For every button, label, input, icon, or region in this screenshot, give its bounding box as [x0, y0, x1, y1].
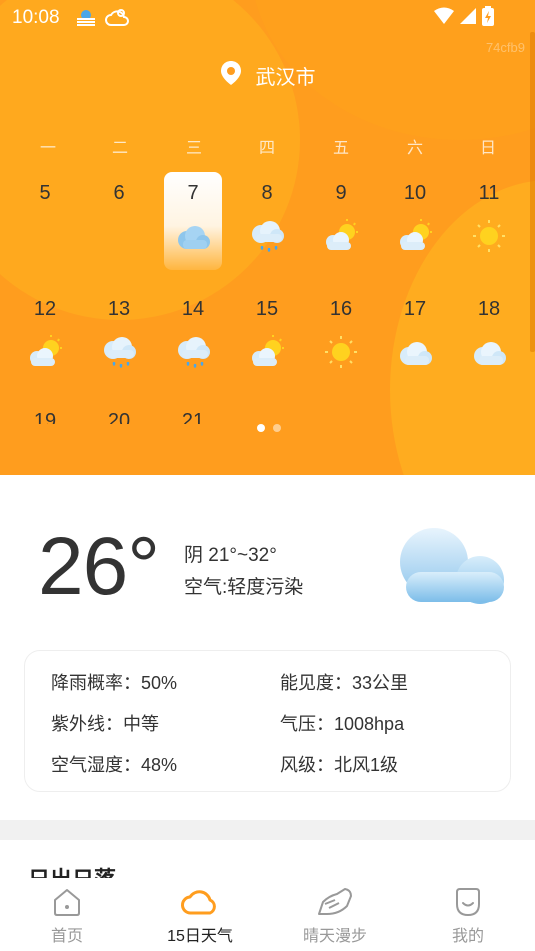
- page-indicator: [257, 424, 281, 432]
- home-icon: [54, 889, 80, 916]
- shoe-icon: [318, 888, 352, 915]
- weather-notification-icon: [74, 8, 98, 33]
- day-number: 13: [107, 298, 131, 320]
- day-cell[interactable]: 11: [459, 182, 519, 274]
- day-number: 11: [478, 182, 500, 204]
- rain-icon: [104, 337, 136, 368]
- wind-level: 风级：北风1级: [280, 755, 399, 775]
- location-pin-icon: [220, 60, 242, 91]
- cloudy-icon: [400, 528, 504, 604]
- day-number: 17: [403, 298, 427, 320]
- day-cell[interactable]: 5: [15, 182, 75, 274]
- sunrise-sunset-title: 日出日落: [28, 862, 148, 878]
- day-cell[interactable]: 10: [385, 182, 445, 274]
- weather-details-card: 降雨概率：50% 能见度：33公里 紫外线：中等 气压：1008hpa 空气湿度…: [24, 650, 511, 792]
- nav-sunny-walk[interactable]: 晴天漫步: [285, 886, 385, 946]
- partly-sunny-icon: [326, 219, 358, 250]
- bottom-navigation: 首页 15日天气 晴天漫步 我的: [0, 878, 535, 951]
- day-cell[interactable]: 14: [163, 298, 223, 390]
- cloudy-icon: [474, 342, 506, 365]
- day-cell[interactable]: 13: [89, 298, 149, 390]
- partly-sunny-icon: [252, 335, 284, 366]
- forecast-header: 10:08 74cfb9 武汉市 一 二 三 四 五 六 日 5 6 7 8 9…: [0, 0, 535, 475]
- watermark-text: 74cfb9: [485, 40, 525, 55]
- weekday-label: 六: [406, 140, 423, 157]
- section-divider: [0, 820, 535, 840]
- uv-index: 紫外线：中等: [51, 714, 159, 734]
- day-number: 10: [403, 182, 427, 204]
- day-number: 8: [261, 182, 273, 204]
- day-cell-selected[interactable]: 7: [163, 172, 223, 274]
- day-number: 6: [113, 182, 125, 204]
- air-pressure: 气压：1008hpa: [280, 714, 405, 734]
- city-name: 武汉市: [255, 67, 316, 89]
- wifi-icon: [434, 7, 454, 24]
- cloudy-icon: [178, 226, 210, 249]
- status-bar: 10:08: [0, 0, 535, 36]
- sunny-icon: [473, 220, 505, 252]
- day-number: 7: [187, 182, 199, 204]
- nav-label: 晴天漫步: [302, 928, 367, 945]
- page-dot: [273, 424, 281, 432]
- cloud-icon: [181, 890, 216, 915]
- condition-range: 阴 21°~32°: [184, 545, 277, 566]
- weekday-label: 四: [258, 140, 275, 157]
- current-temperature: 26°: [38, 521, 160, 612]
- signal-icon: [460, 8, 476, 24]
- partly-sunny-icon: [30, 335, 62, 366]
- nav-home[interactable]: 首页: [17, 886, 117, 946]
- rain-icon: [178, 337, 210, 368]
- page-dot-active: [257, 424, 265, 432]
- day-cell[interactable]: 18: [459, 298, 519, 390]
- day-number: 9: [335, 182, 347, 204]
- location-selector[interactable]: 武汉市: [0, 60, 535, 91]
- day-number: 18: [477, 298, 501, 320]
- partly-sunny-icon: [400, 219, 432, 250]
- nav-15-day-weather[interactable]: 15日天气: [150, 886, 250, 946]
- day-cell[interactable]: 16: [311, 298, 371, 390]
- nav-label: 15日天气: [167, 928, 233, 945]
- visibility: 能见度：33公里: [280, 673, 409, 693]
- day-number: 15: [255, 298, 279, 320]
- day-cell[interactable]: 6: [89, 182, 149, 274]
- day-cell[interactable]: 17: [385, 298, 445, 390]
- weekday-label: 三: [185, 140, 202, 157]
- day-cell[interactable]: 9: [311, 182, 371, 274]
- status-icons: [433, 6, 495, 26]
- battery-icon: [482, 6, 494, 26]
- nav-label: 我的: [451, 928, 484, 945]
- day-number-partial: 21: [181, 410, 205, 424]
- status-time: 10:08: [12, 7, 60, 28]
- sunny-icon: [325, 336, 357, 368]
- day-number-partial: 19: [33, 410, 57, 424]
- cloudy-icon: [400, 342, 432, 365]
- day-cell[interactable]: 8: [237, 182, 297, 274]
- day-number: 5: [39, 182, 51, 204]
- weekday-label: 一: [39, 140, 56, 157]
- weekday-label: 二: [111, 140, 128, 157]
- rain-icon: [252, 221, 284, 252]
- humidity: 空气湿度：48%: [51, 755, 178, 775]
- nav-label: 首页: [50, 928, 83, 945]
- day-number: 12: [33, 298, 57, 320]
- weekday-label: 五: [332, 140, 349, 157]
- air-quality: 空气:轻度污染: [184, 577, 304, 598]
- weekday-label: 日: [479, 140, 496, 157]
- cloud-notification-icon: [104, 7, 130, 34]
- day-number-partial: 20: [107, 410, 131, 424]
- day-cell[interactable]: 15: [237, 298, 297, 390]
- day-number: 14: [181, 298, 205, 320]
- smile-icon: [456, 888, 480, 917]
- day-number: 16: [329, 298, 353, 320]
- nav-mine[interactable]: 我的: [418, 886, 518, 946]
- rain-probability: 降雨概率：50%: [51, 673, 178, 693]
- day-cell[interactable]: 12: [15, 298, 75, 390]
